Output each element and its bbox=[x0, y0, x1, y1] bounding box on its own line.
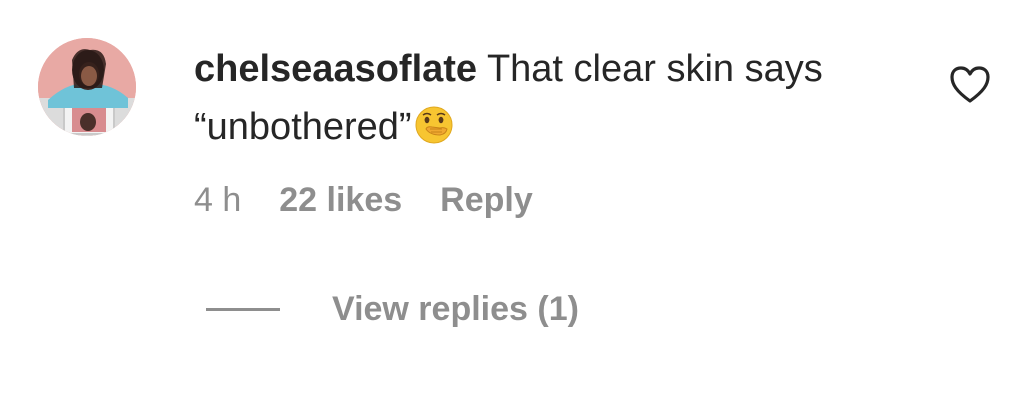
view-replies-label: View replies (1) bbox=[332, 289, 579, 328]
like-button[interactable] bbox=[948, 64, 992, 106]
hand-over-mouth-emoji bbox=[414, 104, 454, 162]
comment: chelseaasoflate That clear skin says “un… bbox=[0, 0, 1024, 400]
comment-timestamp: 4 h bbox=[194, 180, 242, 219]
replies-divider-line bbox=[206, 307, 280, 311]
comment-meta: 4 h 22 likes Reply bbox=[194, 180, 533, 220]
view-replies-button[interactable]: View replies (1) bbox=[206, 288, 579, 330]
likes-count[interactable]: 22 likes bbox=[279, 181, 402, 220]
heart-icon bbox=[950, 66, 990, 103]
avatar-image bbox=[38, 38, 136, 136]
comment-text-block: chelseaasoflate That clear skin says “un… bbox=[194, 40, 874, 162]
comment-username[interactable]: chelseaasoflate bbox=[194, 48, 477, 90]
reply-button[interactable]: Reply bbox=[440, 181, 533, 220]
avatar[interactable] bbox=[38, 38, 136, 136]
